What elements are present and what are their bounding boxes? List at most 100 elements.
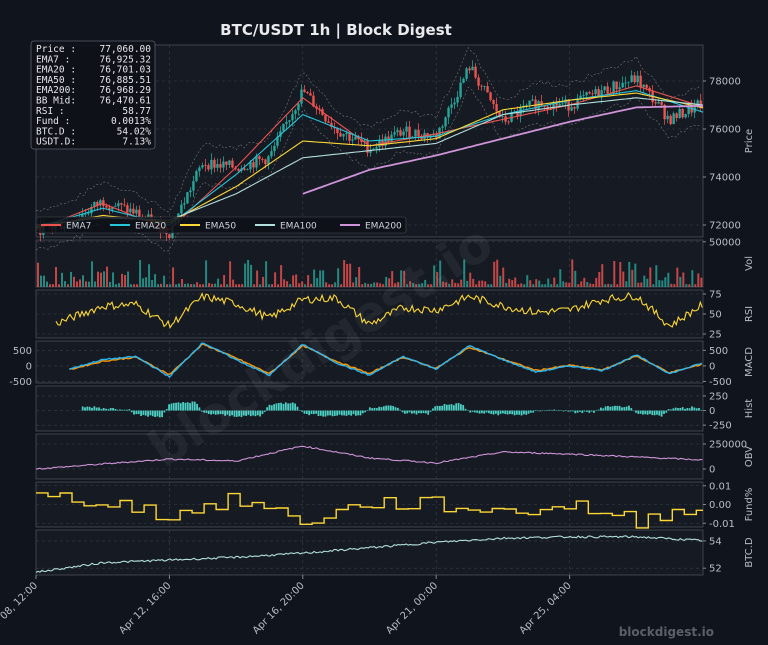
candle-body [372, 148, 375, 150]
histogram-bar [382, 406, 385, 411]
histogram-bar [142, 410, 145, 415]
chart-canvas: BTC/USDT 1h | Block Digest 72000 74000 760… [0, 0, 768, 645]
volume-bar [127, 271, 130, 287]
volume-bar [685, 284, 688, 287]
histogram-bar [506, 410, 509, 415]
histogram-bar [595, 410, 598, 412]
histogram-bar [396, 407, 399, 411]
volume-bar [631, 269, 634, 287]
histogram-bar [406, 410, 409, 414]
histogram-bar [441, 405, 444, 411]
candle-body [603, 86, 606, 91]
histogram-bar [340, 410, 343, 416]
volume-bar [658, 280, 661, 287]
volume-bar [634, 263, 637, 287]
legend-label: EMA200 [365, 222, 402, 232]
candle-body [633, 75, 636, 83]
y-axis-label-vol: Vol [744, 256, 755, 271]
histogram-bar [116, 409, 119, 411]
candle-body [342, 134, 345, 137]
histogram-bar [326, 410, 329, 416]
histogram-bar [462, 405, 465, 411]
volume-bar [550, 284, 553, 287]
histogram-bar [555, 410, 558, 411]
volume-bar [574, 270, 577, 287]
histogram-bar [464, 408, 467, 411]
candle-body [192, 181, 195, 191]
histogram-bar [574, 410, 577, 414]
histogram-bar [287, 403, 290, 411]
volume-bar [580, 281, 583, 287]
y-tick-label: -500 [709, 377, 732, 388]
volume-bar [85, 281, 88, 287]
histogram-bar [415, 410, 418, 415]
histogram-bar [100, 408, 103, 411]
candle-body [246, 169, 249, 171]
histogram-bar [478, 410, 481, 414]
histogram-bar [151, 410, 154, 417]
candle-body [300, 89, 303, 104]
volume-bar [91, 261, 94, 287]
volume-bar [571, 259, 574, 287]
candle-body [87, 213, 90, 215]
histogram-bar [546, 410, 549, 411]
volume-bar [517, 284, 520, 287]
volume-bar [337, 268, 340, 287]
volume-bar [169, 284, 172, 287]
histogram-bar [567, 410, 570, 412]
histogram-bar [509, 410, 511, 415]
candle-body [558, 103, 561, 106]
histogram-bar [119, 409, 121, 411]
y-tick-label: 54 [709, 536, 722, 547]
volume-bar [349, 263, 352, 287]
y-tick-label: 50000 [709, 237, 741, 248]
volume-bar [541, 284, 544, 287]
candle-body [612, 81, 615, 94]
histogram-bar [81, 406, 84, 411]
candle-body [696, 100, 699, 105]
histogram-bar [154, 410, 156, 417]
volume-bar [529, 280, 532, 287]
candle-body [444, 117, 447, 127]
histogram-bar [635, 410, 637, 413]
histogram-bar [485, 410, 488, 413]
histogram-bar [387, 405, 390, 411]
candle-body [213, 159, 216, 168]
histogram-bar [114, 408, 117, 411]
volume-bar [589, 283, 592, 287]
histogram-bar [443, 403, 446, 411]
histogram-bar [553, 409, 556, 411]
histogram-bar [487, 410, 490, 414]
candle-body [189, 190, 192, 193]
histogram-bar [623, 407, 626, 411]
volume-bar [76, 281, 79, 287]
candle-body [654, 102, 657, 104]
histogram-bar [357, 410, 360, 416]
histogram-bar [632, 410, 635, 412]
volume-bar [52, 284, 55, 287]
volume-bar [118, 283, 121, 287]
histogram-bar [88, 406, 91, 411]
histogram-bar [560, 410, 563, 411]
candle-body [660, 101, 663, 105]
histogram-bar [135, 410, 138, 415]
histogram-bar [541, 410, 544, 412]
volume-bar [277, 284, 280, 287]
volume-bar [475, 284, 478, 287]
histogram-bar [434, 406, 437, 411]
histogram-bar [436, 405, 439, 411]
candle-body [402, 131, 405, 136]
candle-body [285, 121, 288, 124]
y-tick-label: 74000 [709, 173, 741, 184]
volume-bar [502, 267, 505, 287]
volume-bar [595, 277, 598, 287]
volume-bar [121, 273, 124, 287]
candle-body [264, 159, 267, 165]
y-tick-label-left: 0 [26, 361, 32, 372]
volume-bar [643, 275, 646, 287]
histogram-bar [677, 408, 679, 411]
histogram-bar [469, 410, 472, 413]
candle-body [669, 115, 672, 125]
histogram-bar [674, 407, 677, 411]
candle-body [642, 84, 645, 88]
